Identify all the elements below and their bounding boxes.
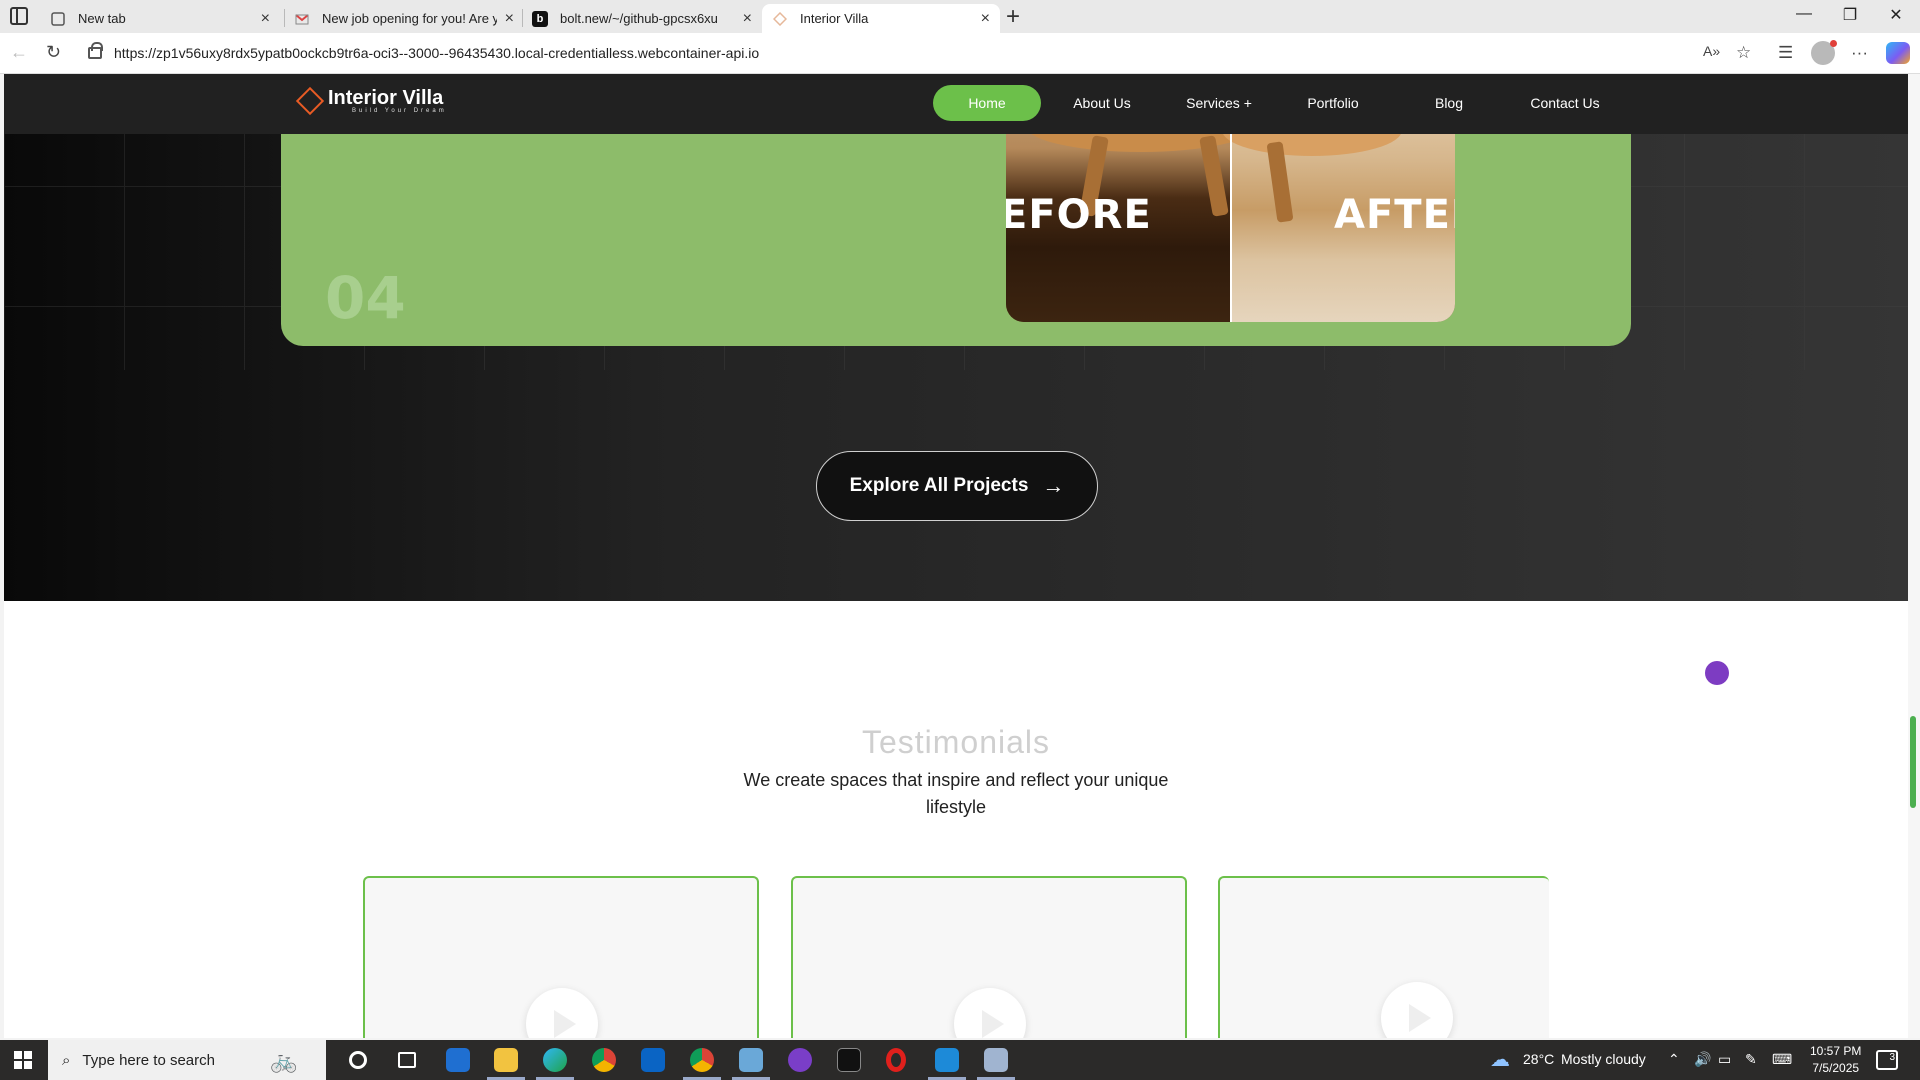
terminal-icon[interactable] bbox=[837, 1048, 861, 1072]
nav-item-contact-us[interactable]: Contact Us bbox=[1507, 85, 1623, 121]
weather-condition[interactable]: Mostly cloudy bbox=[1561, 1051, 1646, 1067]
volume-icon[interactable]: 🔊 bbox=[1694, 1051, 1711, 1068]
favorite-star-icon[interactable]: ☆ bbox=[1736, 43, 1751, 63]
chevron-up-icon[interactable]: ⌃ bbox=[1668, 1051, 1680, 1068]
refresh-icon[interactable]: ↻ bbox=[46, 42, 61, 63]
nav-item-home[interactable]: Home bbox=[933, 85, 1041, 121]
outlook-icon[interactable] bbox=[641, 1048, 665, 1072]
restore-icon[interactable]: ❐ bbox=[1827, 5, 1873, 25]
page-icon bbox=[50, 11, 66, 27]
table-leg-shape bbox=[1199, 135, 1229, 217]
keyboard-icon[interactable]: ⌨ bbox=[1772, 1051, 1792, 1068]
close-tab-icon[interactable]: × bbox=[505, 10, 514, 28]
network-icon[interactable]: ▭ bbox=[1718, 1051, 1731, 1068]
nav-item-blog[interactable]: Blog bbox=[1391, 85, 1507, 121]
clock-date: 7/5/2025 bbox=[1812, 1061, 1860, 1075]
nav-item-about-us[interactable]: About Us bbox=[1041, 85, 1163, 121]
search-placeholder: Type here to search bbox=[82, 1051, 215, 1069]
close-tab-icon[interactable]: × bbox=[743, 10, 752, 28]
paint-icon[interactable] bbox=[984, 1048, 1008, 1072]
logo-tagline: Build Your Dream bbox=[352, 108, 447, 114]
clock-time: 10:57 PM bbox=[1810, 1044, 1862, 1058]
more-menu-icon[interactable]: ··· bbox=[1851, 43, 1868, 63]
bicycle-icon[interactable]: 🚲 bbox=[270, 1048, 297, 1074]
play-icon[interactable] bbox=[1381, 982, 1453, 1038]
tab-bolt[interactable]: b bolt.new/~/github-gpcsx6xu × bbox=[522, 4, 762, 33]
testimonial-video-card[interactable] bbox=[363, 876, 759, 1038]
explore-all-projects-button[interactable]: Explore All Projects → bbox=[816, 451, 1098, 521]
edge-icon[interactable] bbox=[543, 1048, 567, 1072]
url-text[interactable]: https://zp1v56uxy8rdx5ypatb0ockcb9tr6a-o… bbox=[114, 45, 759, 61]
browser-tab-strip: New tab × New job opening for you! Are y… bbox=[0, 0, 1920, 33]
cortana-icon[interactable] bbox=[349, 1051, 367, 1069]
site-header: Interior Villa Build Your Dream Home Abo… bbox=[4, 74, 1908, 134]
logo-title: Interior Villa bbox=[328, 87, 444, 109]
testimonials-heading: Testimonials bbox=[861, 724, 1051, 760]
store-icon[interactable] bbox=[446, 1048, 470, 1072]
opera-icon[interactable] bbox=[886, 1048, 906, 1072]
tab-actions-icon[interactable] bbox=[10, 7, 28, 25]
taskbar-clock[interactable]: 10:57 PM 7/5/2025 bbox=[1810, 1043, 1861, 1077]
read-aloud-icon[interactable]: A» bbox=[1703, 43, 1720, 59]
testimonials-subtitle: We create spaces that inspire and reflec… bbox=[743, 770, 1169, 817]
nav-item-services[interactable]: Services + bbox=[1163, 85, 1275, 121]
favorites-list-icon[interactable]: ☰ bbox=[1778, 43, 1793, 63]
chrome-icon[interactable] bbox=[592, 1048, 616, 1072]
gmail-icon bbox=[294, 11, 310, 27]
file-explorer-icon[interactable] bbox=[494, 1048, 518, 1072]
logo-diamond-icon bbox=[298, 89, 322, 113]
notification-count: 3 bbox=[1889, 1052, 1895, 1063]
play-icon[interactable] bbox=[526, 988, 598, 1038]
profile-avatar[interactable] bbox=[1811, 40, 1837, 65]
pen-icon[interactable]: ✎ bbox=[1745, 1051, 1757, 1068]
github-desktop-icon[interactable] bbox=[788, 1048, 812, 1072]
tab-interior-villa[interactable]: Interior Villa × bbox=[762, 4, 1000, 33]
tab-gmail[interactable]: New job opening for you! Are you × bbox=[284, 4, 524, 33]
tab-title: New job opening for you! Are you bbox=[322, 11, 497, 26]
before-label: EFORE bbox=[1006, 192, 1152, 238]
nav-item-portfolio[interactable]: Portfolio bbox=[1275, 85, 1391, 121]
app-icon[interactable] bbox=[739, 1048, 763, 1072]
search-icon: ⌕ bbox=[62, 1051, 71, 1069]
chrome-profile-icon[interactable] bbox=[690, 1048, 714, 1072]
testimonial-video-card[interactable] bbox=[791, 876, 1187, 1038]
back-arrow-icon[interactable]: ← bbox=[10, 42, 28, 63]
notification-icon[interactable]: 3 bbox=[1876, 1050, 1898, 1070]
weather-temperature[interactable]: 28°C bbox=[1523, 1051, 1554, 1067]
interior-villa-icon bbox=[772, 11, 788, 27]
page-viewport: 04 EFORE AFTER Explore All Projects → bbox=[4, 74, 1908, 1038]
close-tab-icon[interactable]: × bbox=[261, 10, 270, 28]
new-tab-plus-icon[interactable]: + bbox=[1006, 3, 1020, 31]
tab-title: bolt.new/~/github-gpcsx6xu bbox=[560, 11, 718, 26]
cursor-follower-dot bbox=[1705, 661, 1729, 685]
play-icon[interactable] bbox=[954, 988, 1026, 1038]
bolt-icon: b bbox=[532, 10, 548, 27]
windows-start-icon[interactable] bbox=[14, 1051, 32, 1069]
weather-cloud-icon[interactable]: ☁ bbox=[1490, 1047, 1510, 1072]
address-toolbar: ← ↻ https://zp1v56uxy8rdx5ypatb0ockcb9tr… bbox=[0, 33, 1920, 74]
tab-new-tab[interactable]: New tab × bbox=[40, 4, 280, 33]
after-label: AFTER bbox=[1334, 192, 1455, 238]
project-number: 04 bbox=[325, 264, 406, 332]
tab-title: Interior Villa bbox=[800, 11, 869, 26]
explore-label: Explore All Projects bbox=[849, 475, 1029, 496]
windows-taskbar: ⌕ Type here to search 🚲 ☁ 28°C Mostly cl… bbox=[0, 1040, 1920, 1080]
copilot-icon[interactable] bbox=[1886, 42, 1910, 64]
arrow-right-icon: → bbox=[1042, 473, 1065, 498]
main-nav: Home About Us Services + Portfolio Blog … bbox=[933, 85, 1623, 121]
task-view-icon[interactable] bbox=[398, 1052, 416, 1068]
scrollbar-thumb[interactable] bbox=[1910, 716, 1916, 808]
testimonial-video-card[interactable] bbox=[1218, 876, 1549, 1038]
vscode-icon[interactable] bbox=[935, 1048, 959, 1072]
minimize-icon[interactable]: — bbox=[1781, 5, 1827, 23]
lock-icon[interactable] bbox=[88, 42, 103, 59]
page-scrollbar[interactable] bbox=[1908, 74, 1920, 1038]
close-window-icon[interactable]: ✕ bbox=[1873, 5, 1919, 25]
address-field[interactable]: https://zp1v56uxy8rdx5ypatb0ockcb9tr6a-o… bbox=[78, 38, 1778, 68]
tab-title: New tab bbox=[78, 11, 126, 26]
site-logo[interactable]: Interior Villa Build Your Dream bbox=[298, 88, 447, 114]
close-tab-icon[interactable]: × bbox=[981, 10, 990, 28]
